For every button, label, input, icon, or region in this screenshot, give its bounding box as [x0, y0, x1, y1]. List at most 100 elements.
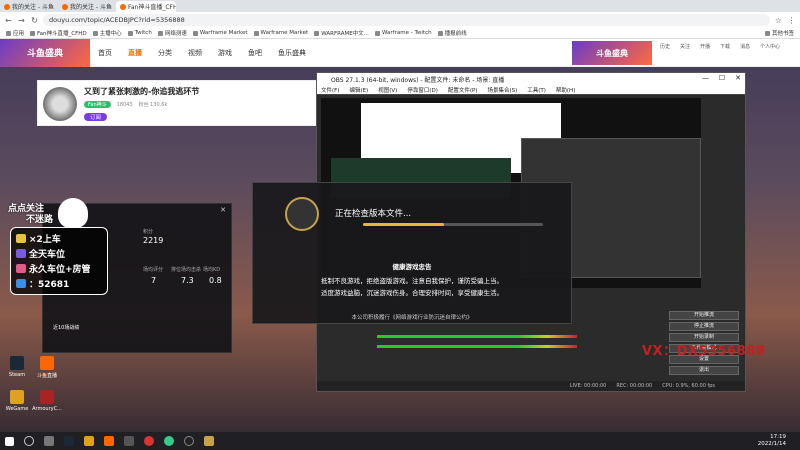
- close-icon[interactable]: ✕: [220, 206, 226, 214]
- broadcast-icon[interactable]: 开播: [700, 43, 710, 50]
- douyu-icon[interactable]: [104, 436, 114, 446]
- update-status: 正在检查版本文件...: [335, 209, 412, 219]
- browser-tab-active[interactable]: Fan神斗直播_CFHD...: [115, 1, 176, 12]
- stat-value: 7.3: [181, 276, 194, 285]
- bookmark[interactable]: Warframe Market: [253, 30, 309, 36]
- obs-menu-view[interactable]: 视图(V): [378, 86, 397, 94]
- follow-button[interactable]: 订阅: [84, 113, 108, 121]
- bookmark[interactable]: 主播中心: [92, 29, 122, 37]
- douyu-icon: [40, 356, 54, 370]
- desktop-icon-armoury[interactable]: ArmouryC...: [32, 390, 62, 412]
- minimize-icon[interactable]: —: [702, 74, 709, 82]
- obs-menu-file[interactable]: 文件(F): [321, 86, 339, 94]
- desktop-icon-steam[interactable]: Steam: [2, 356, 32, 378]
- desktop-icon-wegame[interactable]: WeGame: [2, 390, 32, 412]
- obs-menu-docks[interactable]: 停靠窗口(D): [407, 86, 438, 94]
- browser-tab[interactable]: 我的关注 - 斗鱼: [0, 1, 58, 12]
- avatar[interactable]: [43, 87, 77, 121]
- obs-menu-help[interactable]: 帮助(H): [556, 86, 575, 94]
- history-icon[interactable]: 历史: [660, 43, 670, 50]
- bookmark[interactable]: 网络测速: [157, 29, 187, 37]
- app-icon[interactable]: [124, 436, 134, 446]
- game-logo-icon: [285, 197, 319, 231]
- card-icon: [16, 249, 26, 258]
- star-icon[interactable]: ☆: [774, 16, 783, 25]
- notice-line: 抵制不良游戏，拒绝盗版游戏。注意自我保护，谨防受骗上当。: [321, 277, 503, 285]
- desktop-icon-douyu[interactable]: 斗鱼直播: [32, 356, 62, 379]
- folder-icon: [764, 30, 770, 36]
- bookmark-label: Fan神斗直播_CFHD: [37, 31, 87, 37]
- room-title: 又到了紧张刺激的-你追我逃环节: [84, 87, 200, 96]
- nav-category[interactable]: 分类: [158, 48, 172, 58]
- exit-button[interactable]: 退出: [669, 366, 739, 375]
- steam-icon[interactable]: [64, 436, 74, 446]
- bookmark-label: Warframe Market: [199, 30, 248, 36]
- nav-home[interactable]: 首页: [98, 48, 112, 58]
- stat-value: 7: [151, 276, 157, 285]
- obs-menu-scene[interactable]: 场景集合(S): [487, 86, 517, 94]
- reload-icon[interactable]: ↻: [30, 16, 39, 25]
- maximize-icon[interactable]: ☐: [719, 74, 725, 82]
- windows-start-icon[interactable]: [5, 436, 14, 446]
- bookmark-label: Warframe Market: [260, 30, 309, 36]
- card-icon: [16, 234, 26, 243]
- bookmarks-bar: 应用 Fan神斗直播_CFHD 主播中心 Twitch 网络测速 Warfram…: [0, 28, 800, 39]
- nav-game[interactable]: 游戏: [218, 48, 232, 58]
- overlay-reward-box: ×2上车 全天车位 永久车位+房管 ：52681: [10, 227, 108, 295]
- bookmark[interactable]: 应用: [6, 29, 24, 37]
- room-meta: 18043: [116, 101, 133, 108]
- bookmark[interactable]: Warframe - Twitch: [374, 30, 432, 36]
- taskbar-clock[interactable]: 17:19 2022/1/14: [758, 434, 786, 448]
- obs-title: OBS 27.1.3 (64-bit, windows) - 配置文件: 未命名…: [331, 76, 505, 84]
- close-icon[interactable]: ✕: [735, 74, 741, 82]
- obs-menu-profile[interactable]: 配置文件(P): [448, 86, 478, 94]
- obs-status-bar: LIVE: 00:00:00 REC: 00:00:00 CPU: 0.9%, …: [317, 381, 745, 391]
- user-center-icon[interactable]: 个人中心: [760, 43, 780, 50]
- bookmark[interactable]: 播报前线: [437, 29, 467, 37]
- nav-yuba[interactable]: 鱼吧: [248, 48, 262, 58]
- bookmark-label: 主播中心: [99, 31, 122, 37]
- task-view-icon[interactable]: [44, 436, 54, 446]
- cat-mascot-icon: [58, 198, 88, 228]
- download-icon[interactable]: 下载: [720, 43, 730, 50]
- bookmark[interactable]: WARFRAME中文...: [314, 29, 369, 37]
- obs-menu-edit[interactable]: 编辑(E): [349, 86, 368, 94]
- nav-video[interactable]: 视频: [188, 48, 202, 58]
- browser-tab[interactable]: 我的关注 - 斗鱼: [57, 1, 116, 12]
- bookmark-icon: [30, 30, 36, 36]
- url-input[interactable]: douyu.com/topic/ACEDBJPC?rid=5356888: [43, 14, 770, 26]
- bookmark[interactable]: Fan神斗直播_CFHD: [30, 29, 87, 37]
- back-icon[interactable]: ←: [4, 16, 13, 25]
- stat-label: 场均评分: [143, 267, 164, 273]
- header-icons: 历史 关注 开播 下载 消息 个人中心: [660, 43, 780, 50]
- search-icon[interactable]: [24, 436, 34, 446]
- other-bookmarks[interactable]: 其他书签: [764, 29, 794, 37]
- streamer-tag: Fan神斗: [84, 101, 111, 108]
- nav-festival[interactable]: 鱼乐盛典: [278, 48, 306, 58]
- follow-icon[interactable]: 关注: [680, 43, 690, 50]
- right-banner[interactable]: 斗鱼盛典: [572, 41, 652, 65]
- menu-icon[interactable]: ⋮: [787, 16, 796, 25]
- stop-stream-button[interactable]: 停止推流: [669, 322, 739, 331]
- wegame-icon[interactable]: [84, 436, 94, 446]
- audio-meter: [377, 345, 577, 348]
- message-icon[interactable]: 消息: [740, 43, 750, 50]
- obs-menu-tools[interactable]: 工具(T): [527, 86, 546, 94]
- site-banner[interactable]: 斗鱼盛典: [0, 38, 90, 67]
- obs-icon[interactable]: [184, 436, 194, 446]
- recent-matches-label: 近10场战绩: [53, 325, 80, 331]
- bookmark[interactable]: Twitch: [127, 30, 152, 36]
- live-time: LIVE: 00:00:00: [569, 383, 607, 389]
- contact-watermark: VX：DX5356888: [642, 344, 766, 359]
- game-icon[interactable]: [204, 436, 214, 446]
- apps-icon: [6, 30, 11, 36]
- start-stream-button[interactable]: 开始推流: [669, 311, 739, 320]
- list-item: 全天车位: [16, 246, 102, 261]
- bookmark-label: 其他书签: [771, 31, 794, 37]
- forward-icon[interactable]: →: [17, 16, 26, 25]
- nav-live[interactable]: 直播: [128, 48, 142, 58]
- bookmark[interactable]: Warframe Market: [192, 30, 248, 36]
- app-icon[interactable]: [144, 436, 154, 446]
- chrome-icon[interactable]: [164, 436, 174, 446]
- armoury-icon: [40, 390, 54, 404]
